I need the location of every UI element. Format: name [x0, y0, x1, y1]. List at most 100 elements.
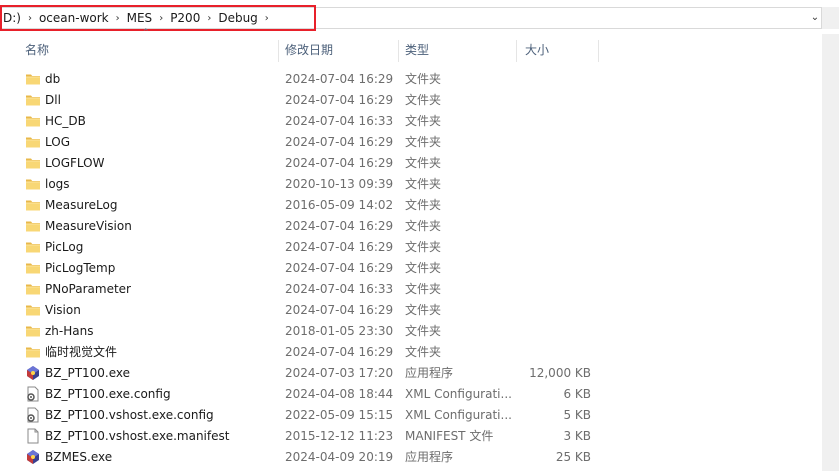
folder-icon	[25, 197, 41, 213]
folder-icon	[25, 260, 41, 276]
file-type: 应用程序	[405, 366, 454, 380]
file-name: PNoParameter	[45, 282, 131, 296]
file-date: 2024-07-04 16:29	[285, 93, 394, 107]
file-name: PicLog	[45, 240, 84, 254]
application-icon	[25, 365, 41, 381]
vertical-scrollbar[interactable]	[822, 34, 839, 471]
application-icon	[25, 449, 41, 465]
folder-icon	[25, 92, 41, 108]
file-type: 文件夹	[405, 282, 442, 296]
file-type: 文件夹	[405, 261, 442, 275]
file-type: XML Configurati...	[405, 408, 512, 422]
file-type: XML Configurati...	[405, 387, 512, 401]
file-row[interactable]: BZ_PT100.exe.config 2024-04-08 18:44 XML C…	[0, 384, 822, 405]
file-row[interactable]: Vision 2024-07-04 16:29 文件夹	[0, 300, 822, 321]
column-name[interactable]: 名称	[25, 38, 275, 62]
file-type: 文件夹	[405, 156, 442, 170]
address-bar: D:) › ocean-work › MES › P200 › Debug › ⌄	[0, 0, 839, 34]
file-row[interactable]: LOG 2024-07-04 16:29 文件夹	[0, 132, 822, 153]
file-row[interactable]: BZ_PT100.vshost.exe.config 2022-05-09 15:…	[0, 405, 822, 426]
file-date: 2018-01-05 23:30	[285, 324, 394, 338]
file-name: Dll	[45, 93, 61, 107]
file-row[interactable]: PicLogTemp 2024-07-04 16:29 文件夹	[0, 258, 822, 279]
file-date: 2024-07-04 16:33	[285, 114, 394, 128]
column-divider[interactable]	[516, 40, 517, 62]
file-date: 2015-12-12 11:23	[285, 429, 394, 443]
file-row[interactable]: HC_DB 2024-07-04 16:33 文件夹	[0, 111, 822, 132]
folder-icon	[25, 176, 41, 192]
folder-icon	[25, 71, 41, 87]
file-row[interactable]: db 2024-07-04 16:29 文件夹	[0, 69, 822, 90]
file-name: HC_DB	[45, 114, 86, 128]
file-row[interactable]: MeasureLog 2016-05-09 14:02 文件夹	[0, 195, 822, 216]
file-date: 2024-07-04 16:33	[285, 282, 394, 296]
file-date: 2024-07-03 17:20	[285, 366, 394, 380]
file-row[interactable]: 临时视觉文件 2024-07-04 16:29 文件夹	[0, 342, 822, 363]
file-date: 2024-07-04 16:29	[285, 261, 394, 275]
file-date: 2016-05-09 14:02	[285, 198, 394, 212]
file-size: 3 KB	[563, 429, 591, 443]
folder-icon	[25, 113, 41, 129]
file-name: LOG	[45, 135, 71, 149]
file-type: 文件夹	[405, 219, 442, 233]
file-row[interactable]: LOGFLOW 2024-07-04 16:29 文件夹	[0, 153, 822, 174]
column-type[interactable]: 类型	[405, 38, 515, 62]
file-name: db	[45, 72, 61, 86]
column-date[interactable]: 修改日期	[285, 38, 395, 62]
file-type: 文件夹	[405, 114, 442, 128]
file-type: MANIFEST 文件	[405, 429, 494, 443]
column-header: ⌃ 名称 修改日期 类型 大小	[0, 28, 822, 64]
file-row[interactable]: PicLog 2024-07-04 16:29 文件夹	[0, 237, 822, 258]
column-divider[interactable]	[598, 40, 599, 62]
file-type: 文件夹	[405, 324, 442, 338]
file-row[interactable]: BZ_PT100.exe 2024-07-03 17:20 应用程序 12,000 K…	[0, 363, 822, 384]
column-size[interactable]: 大小	[525, 38, 595, 62]
file-size: 5 KB	[563, 408, 591, 422]
folder-icon	[25, 155, 41, 171]
folder-icon	[25, 218, 41, 234]
sort-ascending-icon: ⌃	[142, 28, 150, 38]
file-name: LOGFLOW	[45, 156, 105, 170]
folder-icon	[25, 323, 41, 339]
file-size: 25 KB	[555, 450, 591, 464]
file-row[interactable]: PNoParameter 2024-07-04 16:33 文件夹	[0, 279, 822, 300]
file-date: 2024-07-04 16:29	[285, 72, 394, 86]
folder-icon	[25, 344, 41, 360]
file-name: BZ_PT100.vshost.exe.manifest	[45, 429, 230, 443]
file-type: 文件夹	[405, 135, 442, 149]
folder-icon	[25, 302, 41, 318]
file-size: 12,000 KB	[529, 366, 591, 380]
file-date: 2024-07-04 16:29	[285, 345, 394, 359]
file-row[interactable]: logs 2020-10-13 09:39 文件夹	[0, 174, 822, 195]
file-name: BZMES.exe	[45, 450, 113, 464]
chevron-down-icon[interactable]: ⌄	[808, 9, 822, 27]
file-type: 文件夹	[405, 345, 442, 359]
file-name: BZ_PT100.vshost.exe.config	[45, 408, 214, 422]
file-icon	[25, 428, 41, 444]
file-date: 2024-07-04 16:29	[285, 219, 394, 233]
folder-icon	[25, 281, 41, 297]
file-type: 应用程序	[405, 450, 454, 464]
address-highlight-box	[0, 5, 316, 31]
file-date: 2022-05-09 15:15	[285, 408, 394, 422]
folder-icon	[25, 239, 41, 255]
file-row[interactable]: BZ_PT100.vshost.exe.manifest 2015-12-12 1…	[0, 426, 822, 447]
file-date: 2020-10-13 09:39	[285, 177, 394, 191]
file-name: MeasureVision	[45, 219, 132, 233]
file-type: 文件夹	[405, 240, 442, 254]
file-row[interactable]: BZMES.exe 2024-04-09 20:19 应用程序 25 KB	[0, 447, 822, 468]
file-name: MeasureLog	[45, 198, 118, 212]
scrollbar-top	[822, 7, 839, 29]
column-divider[interactable]	[278, 40, 279, 62]
file-type: 文件夹	[405, 303, 442, 317]
file-date: 2024-07-04 16:29	[285, 135, 394, 149]
file-name: Vision	[45, 303, 81, 317]
column-divider[interactable]	[398, 40, 399, 62]
file-row[interactable]: MeasureVision 2024-07-04 16:29 文件夹	[0, 216, 822, 237]
file-row[interactable]: zh-Hans 2018-01-05 23:30 文件夹	[0, 321, 822, 342]
file-type: 文件夹	[405, 177, 442, 191]
file-row[interactable]: Dll 2024-07-04 16:29 文件夹	[0, 90, 822, 111]
file-date: 2024-07-04 16:29	[285, 240, 394, 254]
file-type: 文件夹	[405, 93, 442, 107]
file-name: zh-Hans	[45, 324, 94, 338]
